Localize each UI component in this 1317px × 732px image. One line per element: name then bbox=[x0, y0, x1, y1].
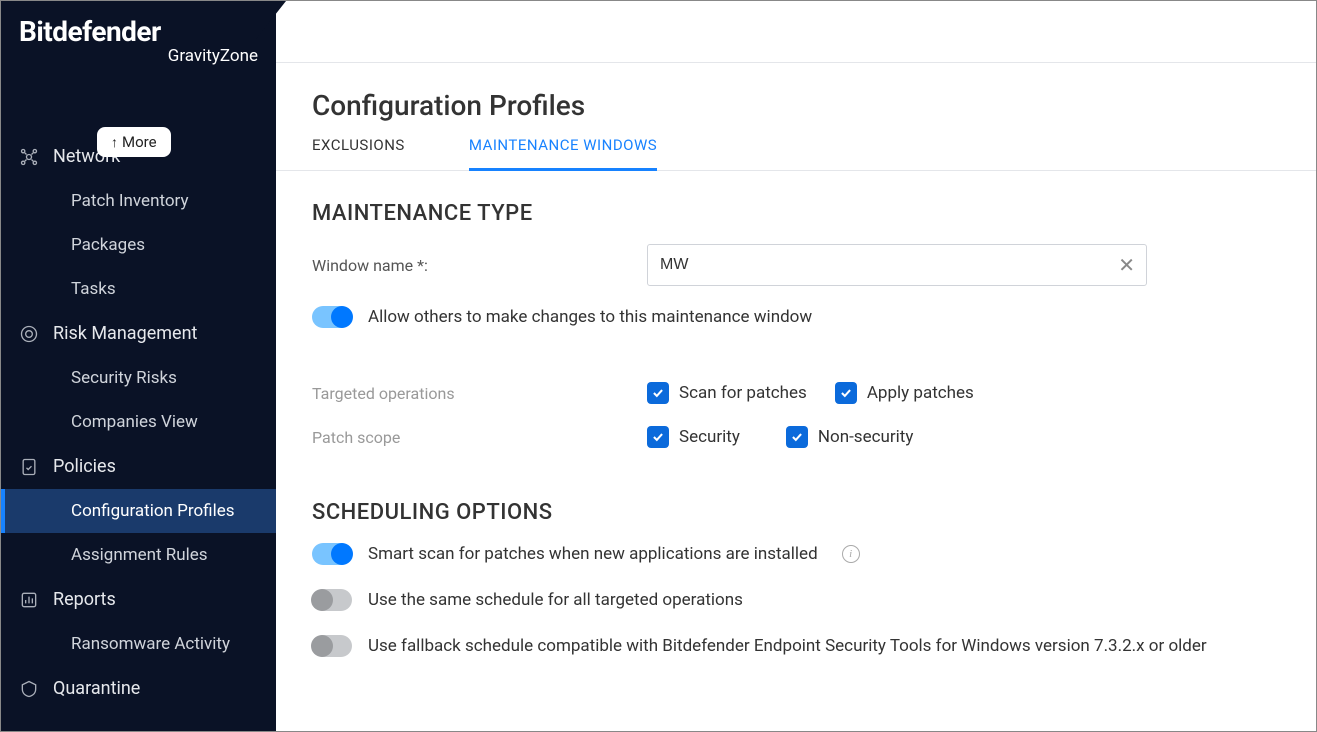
checkbox-checked-icon bbox=[647, 426, 669, 448]
sidebar: Bitdefender GravityZone ↑ More Network P… bbox=[1, 1, 276, 731]
sidebar-item-packages[interactable]: Packages bbox=[1, 223, 276, 267]
sidebar-collapse-button[interactable]: ‹ bbox=[279, 9, 283, 24]
tabs: EXCLUSIONS MAINTENANCE WINDOWS bbox=[276, 136, 1316, 171]
security-checkbox[interactable]: Security bbox=[647, 426, 740, 448]
main-panel: Configuration Profiles EXCLUSIONS MAINTE… bbox=[276, 1, 1316, 731]
sidebar-nav: Network Patch Inventory Packages Tasks R… bbox=[1, 134, 276, 711]
risk-icon bbox=[19, 324, 39, 344]
apply-patches-checkbox[interactable]: Apply patches bbox=[835, 382, 974, 404]
patch-scope-row: Patch scope Security Non-security bbox=[312, 426, 1280, 448]
sidebar-item-label: Risk Management bbox=[53, 323, 197, 344]
non-security-checkbox[interactable]: Non-security bbox=[786, 426, 913, 448]
brand-product: GravityZone bbox=[19, 46, 258, 66]
same-schedule-label: Use the same schedule for all targeted o… bbox=[368, 590, 743, 610]
window-name-input[interactable] bbox=[647, 244, 1147, 286]
scan-for-patches-checkbox[interactable]: Scan for patches bbox=[647, 382, 807, 404]
checkbox-checked-icon bbox=[647, 382, 669, 404]
checkbox-checked-icon bbox=[786, 426, 808, 448]
sidebar-item-quarantine[interactable]: Quarantine bbox=[1, 666, 276, 711]
policies-icon bbox=[19, 457, 39, 477]
allow-others-row: Allow others to make changes to this mai… bbox=[312, 306, 1280, 328]
window-name-label: Window name *: bbox=[312, 256, 647, 275]
smart-scan-row: Smart scan for patches when new applicat… bbox=[312, 543, 1280, 565]
sidebar-item-assignment-rules[interactable]: Assignment Rules bbox=[1, 533, 276, 577]
sidebar-item-label: Reports bbox=[53, 589, 116, 610]
targeted-operations-row: Targeted operations Scan for patches App… bbox=[312, 382, 1280, 404]
fallback-schedule-row: Use fallback schedule compatible with Bi… bbox=[312, 635, 1280, 657]
fallback-schedule-toggle[interactable] bbox=[312, 635, 352, 657]
topbar bbox=[276, 1, 1316, 63]
sidebar-item-patch-inventory[interactable]: Patch Inventory bbox=[1, 179, 276, 223]
content-area: MAINTENANCE TYPE Window name *: ✕ Allow … bbox=[276, 171, 1316, 711]
brand-name: Bitdefender bbox=[19, 15, 258, 48]
network-icon bbox=[19, 147, 39, 167]
tab-maintenance-windows[interactable]: MAINTENANCE WINDOWS bbox=[469, 136, 657, 171]
brand-logo: Bitdefender GravityZone bbox=[1, 1, 276, 74]
fallback-schedule-label: Use fallback schedule compatible with Bi… bbox=[368, 636, 1207, 656]
page-title: Configuration Profiles bbox=[276, 63, 1316, 136]
window-name-row: Window name *: ✕ bbox=[312, 244, 1280, 286]
tab-exclusions[interactable]: EXCLUSIONS bbox=[312, 136, 405, 170]
same-schedule-row: Use the same schedule for all targeted o… bbox=[312, 589, 1280, 611]
allow-others-label: Allow others to make changes to this mai… bbox=[368, 307, 812, 327]
smart-scan-label: Smart scan for patches when new applicat… bbox=[368, 544, 818, 564]
smart-scan-toggle[interactable] bbox=[312, 543, 352, 565]
sidebar-item-security-risks[interactable]: Security Risks bbox=[1, 356, 276, 400]
patch-scope-label: Patch scope bbox=[312, 428, 647, 447]
sidebar-item-label: Quarantine bbox=[53, 678, 140, 699]
more-button[interactable]: ↑ More bbox=[97, 127, 171, 157]
sidebar-item-risk-management[interactable]: Risk Management bbox=[1, 311, 276, 356]
targeted-operations-label: Targeted operations bbox=[312, 384, 647, 403]
maintenance-type-heading: MAINTENANCE TYPE bbox=[312, 201, 1280, 226]
quarantine-icon bbox=[19, 679, 39, 699]
arrow-up-icon: ↑ bbox=[111, 134, 118, 151]
sidebar-item-configuration-profiles[interactable]: Configuration Profiles bbox=[1, 489, 276, 533]
sidebar-item-policies[interactable]: Policies bbox=[1, 444, 276, 489]
same-schedule-toggle[interactable] bbox=[312, 589, 352, 611]
scheduling-options-heading: SCHEDULING OPTIONS bbox=[312, 500, 1280, 525]
allow-others-toggle[interactable] bbox=[312, 306, 352, 328]
info-icon[interactable]: i bbox=[842, 545, 860, 563]
checkbox-checked-icon bbox=[835, 382, 857, 404]
sidebar-item-companies-view[interactable]: Companies View bbox=[1, 400, 276, 444]
sidebar-item-label: Policies bbox=[53, 456, 116, 477]
clear-input-icon[interactable]: ✕ bbox=[1118, 253, 1135, 277]
sidebar-item-ransomware-activity[interactable]: Ransomware Activity bbox=[1, 622, 276, 666]
sidebar-item-tasks[interactable]: Tasks bbox=[1, 267, 276, 311]
reports-icon bbox=[19, 590, 39, 610]
more-label: More bbox=[122, 133, 157, 151]
sidebar-item-reports[interactable]: Reports bbox=[1, 577, 276, 622]
